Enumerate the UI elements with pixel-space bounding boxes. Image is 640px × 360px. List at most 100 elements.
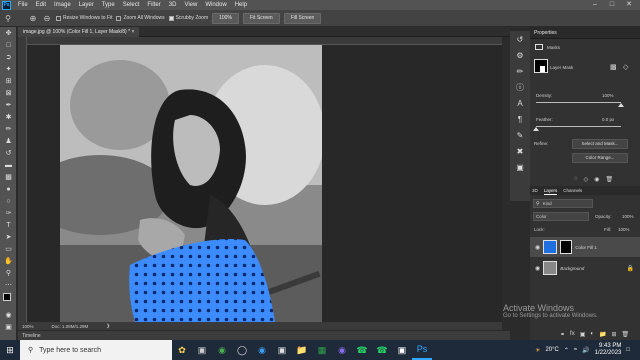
fit-screen-button[interactable]: Fit Screen — [242, 12, 280, 24]
foreground-color[interactable] — [3, 293, 11, 301]
eye-icon[interactable]: ◉ — [535, 244, 540, 251]
tab-channels[interactable]: Channels — [563, 186, 582, 195]
load-selection-icon[interactable]: ◌ — [574, 176, 578, 183]
history-icon[interactable]: ↺ — [510, 31, 530, 47]
tab-3d[interactable]: 3D — [532, 186, 538, 195]
layer-row-background[interactable]: ◉ Background 🔒 — [530, 258, 640, 278]
feather-value[interactable]: 0.0 px — [602, 117, 614, 122]
maximize-icon[interactable]: □ — [605, 0, 619, 10]
pen-tool-icon[interactable]: ✑ — [0, 207, 17, 219]
wifi-icon[interactable]: ≈ — [574, 347, 577, 353]
adjustments-icon[interactable]: ⚙ — [510, 47, 530, 63]
scrubby-zoom-checkbox[interactable]: Scrubby Zoom — [168, 15, 208, 21]
layer-mask-thumbnail[interactable] — [534, 59, 548, 73]
menu-select[interactable]: Select — [119, 2, 144, 8]
frame-tool-icon[interactable]: ⊠ — [0, 87, 17, 99]
move-tool-icon[interactable]: ✥ — [0, 27, 17, 39]
delete-layer-icon[interactable]: 🗑 — [622, 331, 630, 338]
menu-type[interactable]: Type — [98, 2, 119, 8]
feather-knob[interactable] — [533, 127, 539, 131]
link-layers-icon[interactable]: ⚭ — [560, 331, 565, 338]
menu-view[interactable]: View — [180, 2, 201, 8]
menu-file[interactable]: File — [14, 2, 32, 8]
document-tab[interactable]: image.jpg @ 100% (Color Fill 1, Layer Ma… — [18, 27, 140, 37]
lasso-tool-icon[interactable]: ➲ — [0, 51, 17, 63]
stamp-tool-icon[interactable]: ♟ — [0, 135, 17, 147]
dodge-tool-icon[interactable]: ○ — [0, 195, 17, 207]
status-arrow-icon[interactable]: ❯ — [106, 323, 110, 329]
blur-tool-icon[interactable]: ● — [0, 183, 17, 195]
adjustment-layer-icon[interactable]: ◐ — [590, 331, 594, 338]
visibility-icon[interactable]: ◉ — [594, 176, 599, 183]
layer-mask-thumb[interactable] — [560, 240, 573, 254]
zoom-tool-icon[interactable]: ⚲ — [3, 14, 13, 23]
menu-layer[interactable]: Layer — [75, 2, 98, 8]
feather-slider[interactable] — [533, 126, 621, 131]
zoom-all-checkbox[interactable]: Zoom All Windows — [116, 15, 165, 21]
screen-mode-icon[interactable]: ▣ — [0, 321, 17, 333]
close-icon[interactable]: ✕ — [622, 0, 636, 10]
timeline-panel[interactable]: Timeline — [18, 330, 510, 340]
menu-filter[interactable]: Filter — [143, 2, 164, 8]
blend-mode-select[interactable]: Color — [533, 212, 589, 221]
document-image[interactable] — [60, 45, 322, 322]
layer-row-color-fill[interactable]: ◉ Color Fill 1 — [530, 237, 640, 257]
quick-mask-icon[interactable]: ◉ — [0, 309, 17, 321]
layer-filter-kind[interactable]: ⚲ Kind — [533, 199, 593, 208]
vector-mask-icon[interactable]: ◇ — [623, 63, 628, 71]
menu-3d[interactable]: 3D — [165, 2, 181, 8]
menu-edit[interactable]: Edit — [32, 2, 50, 8]
menu-image[interactable]: Image — [50, 2, 75, 8]
task-view-icon[interactable]: ▣ — [192, 340, 212, 360]
tray-arrow-icon[interactable]: ⌃ — [564, 347, 569, 354]
eraser-tool-icon[interactable]: ▬ — [0, 159, 17, 171]
layer-name[interactable]: Background — [560, 266, 584, 271]
add-mask-icon[interactable]: ▣ — [580, 331, 586, 338]
zoom-value-field[interactable]: 100% — [212, 12, 239, 24]
more-tools-icon[interactable]: ⋯ — [0, 279, 17, 291]
tab-layers[interactable]: Layers — [543, 186, 558, 195]
volume-icon[interactable]: 🔊 — [582, 347, 589, 354]
group-icon[interactable]: 📁 — [599, 331, 606, 338]
healing-brush-icon[interactable]: ✱ — [0, 111, 17, 123]
layer-color-thumbnail[interactable] — [543, 240, 558, 254]
excel-icon[interactable]: ▦ — [312, 340, 332, 360]
canvas-area[interactable] — [27, 45, 502, 322]
quick-select-tool-icon[interactable]: ✦ — [0, 63, 17, 75]
select-and-mask-button[interactable]: Select and Mask... — [572, 139, 628, 149]
layer-image-thumbnail[interactable] — [543, 261, 558, 275]
fx-icon[interactable]: fx — [570, 331, 575, 338]
tools-icon[interactable]: ✖ — [510, 143, 530, 159]
minimize-icon[interactable]: – — [588, 0, 602, 10]
photoshop-logo-icon[interactable]: Ps — [2, 0, 11, 10]
gradient-tool-icon[interactable]: ▩ — [0, 171, 17, 183]
file-explorer-icon[interactable]: 📁 — [292, 340, 312, 360]
tab-close-icon[interactable]: × — [131, 29, 134, 35]
zoom-out-icon[interactable]: ⊖ — [42, 14, 52, 23]
color-range-button[interactable]: Color Range... — [572, 153, 628, 163]
resize-windows-checkbox[interactable]: Resize Windows to Fit — [56, 15, 112, 21]
store-icon[interactable]: ▣ — [272, 340, 292, 360]
new-layer-icon[interactable]: ⊞ — [611, 331, 616, 338]
brush-tool-icon[interactable]: ✏ — [0, 123, 17, 135]
notifications-icon[interactable]: □ — [626, 347, 630, 353]
density-value[interactable]: 100% — [602, 93, 614, 98]
character-icon[interactable]: A — [510, 95, 530, 111]
status-zoom[interactable]: 100% — [22, 324, 34, 329]
browser-icon[interactable]: ◉ — [332, 340, 352, 360]
fill-value[interactable]: 100% — [618, 227, 630, 232]
layer-name[interactable]: Color Fill 1 — [575, 245, 597, 250]
color-swatches-icon[interactable] — [0, 291, 17, 309]
paragraph-icon[interactable]: ¶ — [510, 111, 530, 127]
weather-icon[interactable]: ☀ — [535, 347, 540, 354]
info-icon[interactable]: ⓘ — [510, 79, 530, 95]
type-tool-icon[interactable]: T — [0, 219, 17, 231]
whatsapp-icon[interactable]: ☎ — [352, 340, 372, 360]
libraries-icon[interactable]: ▣ — [510, 159, 530, 175]
eyedropper-tool-icon[interactable]: ✒ — [0, 99, 17, 111]
edge-icon[interactable]: ◉ — [252, 340, 272, 360]
menu-help[interactable]: Help — [231, 2, 251, 8]
windows-start-icon[interactable]: ⊞ — [0, 340, 20, 360]
path-select-icon[interactable]: ➤ — [0, 231, 17, 243]
clock[interactable]: 9:43 PM 1/22/2023 — [595, 343, 622, 357]
